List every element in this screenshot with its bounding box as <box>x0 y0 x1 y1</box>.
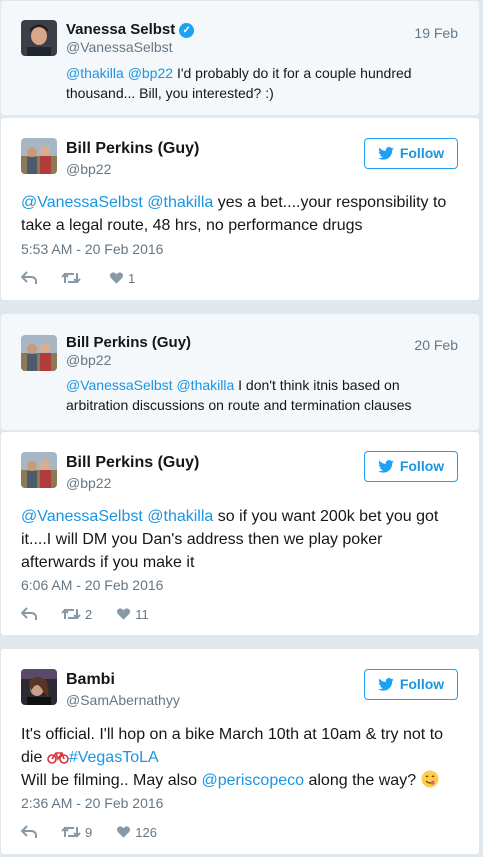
tweet-text-part: take a legal route, 48 hrs, no performan… <box>21 217 363 234</box>
like-count: 11 <box>135 606 149 622</box>
tweet-card-bambi: Bambi @SamAbernathyy Follow It's officia… <box>0 648 480 855</box>
tweet-timestamp[interactable]: 5:53 AM - 20 Feb 2016 <box>21 241 163 257</box>
heart-icon <box>117 608 131 620</box>
tweet-text-part: I'd probably do it for a couple hundred <box>176 65 412 81</box>
retweet-icon <box>61 608 81 620</box>
tweet-text-part: along the way? <box>308 772 417 789</box>
follow-button[interactable]: Follow <box>364 669 458 700</box>
mention-link[interactable]: @VanessaSelbst <box>66 377 173 393</box>
tweet-date[interactable]: 19 Feb <box>414 25 458 41</box>
tweet-text: It's official. I'll hop on a bike March … <box>21 723 443 792</box>
mention-link[interactable]: @bp22 <box>128 65 173 81</box>
author-name[interactable]: Vanessa Selbst ✓ <box>66 21 195 38</box>
twitter-bird-icon <box>378 678 394 691</box>
tweet-card-bill-quoted: Bill Perkins (Guy) @bp22 20 Feb @Vanessa… <box>0 313 480 431</box>
tweet-card-bill-2: Bill Perkins (Guy) @bp22 Follow @Vanessa… <box>0 431 480 636</box>
twitter-bird-icon <box>378 460 394 473</box>
mention-link[interactable]: @VanessaSelbst <box>21 508 143 525</box>
follow-label: Follow <box>399 676 445 692</box>
reply-icon <box>21 607 37 620</box>
author-name[interactable]: Bill Perkins (Guy) <box>66 140 199 158</box>
retweet-count: 2 <box>85 606 93 622</box>
avatar[interactable] <box>21 335 57 371</box>
reply-button[interactable] <box>21 607 37 621</box>
tweet-text: @VanessaSelbst @thakilla so if you want … <box>21 505 438 574</box>
mention-link[interactable]: @thakilla <box>176 377 234 393</box>
hashtag-link[interactable]: #VegasToLA <box>69 749 159 766</box>
mention-link[interactable]: @thakilla <box>147 194 213 211</box>
tweet-timestamp[interactable]: 6:06 AM - 20 Feb 2016 <box>21 577 163 593</box>
author-handle[interactable]: @bp22 <box>66 161 111 177</box>
tweet-text-part: I don't think itnis based on <box>238 377 400 393</box>
tweet-date[interactable]: 20 Feb <box>414 337 458 353</box>
retweet-button[interactable]: 2 <box>61 607 92 622</box>
author-handle[interactable]: @bp22 <box>66 352 111 368</box>
follow-button[interactable]: Follow <box>364 138 458 169</box>
tweet-text-part: thousand... Bill, you interested? :) <box>66 85 274 101</box>
avatar[interactable] <box>21 452 57 488</box>
tweet-card-bill-1: Bill Perkins (Guy) @bp22 Follow @Vanessa… <box>0 117 480 301</box>
retweet-count: 9 <box>85 824 93 840</box>
tweet-actions: 1 <box>21 269 159 287</box>
tweet-text-part: it....I will DM you Dan's address then w… <box>21 531 383 548</box>
author-name[interactable]: Bill Perkins (Guy) <box>66 334 191 351</box>
author-handle[interactable]: @SamAbernathyy <box>66 692 180 708</box>
avatar[interactable] <box>21 138 57 174</box>
tweet-actions: 2 11 <box>21 605 173 623</box>
tweet-card-vanessa: Vanessa Selbst ✓ @VanessaSelbst 19 Feb @t… <box>0 0 480 116</box>
author-handle[interactable]: @bp22 <box>66 475 111 491</box>
avatar[interactable] <box>21 20 57 56</box>
tweet-text-part: arbitration discussions on route and ter… <box>66 397 412 413</box>
reply-button[interactable] <box>21 271 37 285</box>
retweet-icon <box>61 826 81 838</box>
like-button[interactable]: 11 <box>116 607 149 622</box>
tweet-text-part: so if you want 200k bet you got <box>217 508 439 525</box>
tweet-text-part: Will be filming.. May also <box>21 772 198 789</box>
tweet-text-part: afterwards if you make it <box>21 554 195 571</box>
tweet-text: @VanessaSelbst @thakilla I don't think i… <box>66 375 412 415</box>
author-name[interactable]: Bambi <box>66 671 115 689</box>
retweet-button[interactable]: 9 <box>61 825 92 840</box>
follow-button[interactable]: Follow <box>364 451 458 482</box>
like-button[interactable]: 1 <box>109 271 135 286</box>
avatar[interactable] <box>21 669 57 705</box>
tweet-actions: 9 126 <box>21 823 181 841</box>
author-handle[interactable]: @VanessaSelbst <box>66 39 173 55</box>
tweet-text-part: die <box>21 749 43 766</box>
reply-icon <box>21 271 37 284</box>
follow-label: Follow <box>399 145 445 161</box>
mention-link[interactable]: @periscopeco <box>202 772 305 789</box>
heart-icon <box>117 826 131 838</box>
mention-link[interactable]: @thakilla <box>147 508 213 525</box>
author-name-text: Vanessa Selbst <box>66 21 176 38</box>
bicycle-emoji-icon <box>47 752 69 764</box>
like-count: 1 <box>128 270 136 286</box>
reply-icon <box>21 825 37 838</box>
heart-icon <box>109 272 124 284</box>
retweet-button[interactable] <box>61 271 85 285</box>
verified-badge-icon: ✓ <box>179 23 195 38</box>
like-count: 126 <box>135 824 157 840</box>
tweet-text-part: It's official. I'll hop on a bike March … <box>21 726 444 743</box>
like-button[interactable]: 126 <box>116 825 157 840</box>
mention-link[interactable]: @VanessaSelbst <box>21 194 143 211</box>
tweet-timestamp[interactable]: 2:36 AM - 20 Feb 2016 <box>21 795 163 811</box>
tweet-text-part: yes a bet....your responsibility to <box>217 194 447 211</box>
yum-face-emoji-icon <box>421 770 439 788</box>
tweet-text: @thakilla @bp22 I'd probably do it for a… <box>66 63 412 103</box>
mention-link[interactable]: @thakilla <box>66 65 124 81</box>
follow-label: Follow <box>399 458 445 474</box>
reply-button[interactable] <box>21 825 37 839</box>
author-name[interactable]: Bill Perkins (Guy) <box>66 454 199 472</box>
tweet-text: @VanessaSelbst @thakilla yes a bet....yo… <box>21 191 446 237</box>
retweet-icon <box>61 272 81 284</box>
twitter-bird-icon <box>378 147 394 160</box>
